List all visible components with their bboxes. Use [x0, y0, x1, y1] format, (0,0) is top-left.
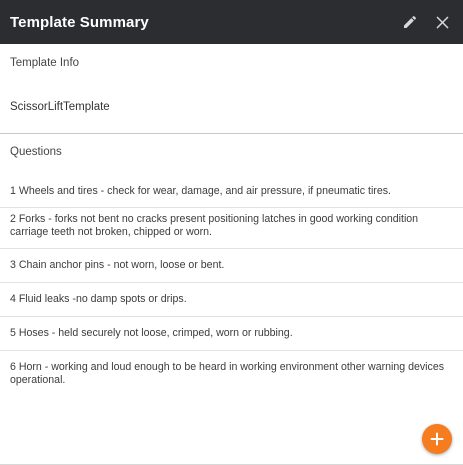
questions-label: Questions — [10, 146, 62, 158]
add-question-button[interactable] — [422, 424, 452, 454]
question-item-3[interactable]: 3 Chain anchor pins - not worn, loose or… — [0, 249, 463, 283]
dialog-header: Template Summary — [0, 0, 463, 44]
question-item-1[interactable]: 1 Wheels and tires - check for wear, dam… — [0, 178, 463, 208]
dialog-title: Template Summary — [10, 13, 149, 31]
close-icon[interactable] — [433, 13, 451, 31]
question-item-4[interactable]: 4 Fluid leaks -no damp spots or drips. — [0, 283, 463, 317]
template-name-value: ScissorLiftTemplate — [0, 89, 463, 134]
pencil-icon[interactable] — [401, 13, 419, 31]
question-item-2[interactable]: 2 Forks - forks not bent no cracks prese… — [0, 208, 463, 249]
plus-icon — [430, 432, 444, 446]
question-item-6[interactable]: 6 Horn - working and loud enough to be h… — [0, 351, 463, 395]
question-list: 1 Wheels and tires - check for wear, dam… — [0, 178, 463, 395]
template-summary-dialog: Template Summary Template Info ScissorLi… — [0, 0, 463, 465]
template-info-label: Template Info — [10, 57, 80, 69]
question-item-5[interactable]: 5 Hoses - held securely not loose, crimp… — [0, 317, 463, 351]
header-actions — [401, 13, 451, 31]
